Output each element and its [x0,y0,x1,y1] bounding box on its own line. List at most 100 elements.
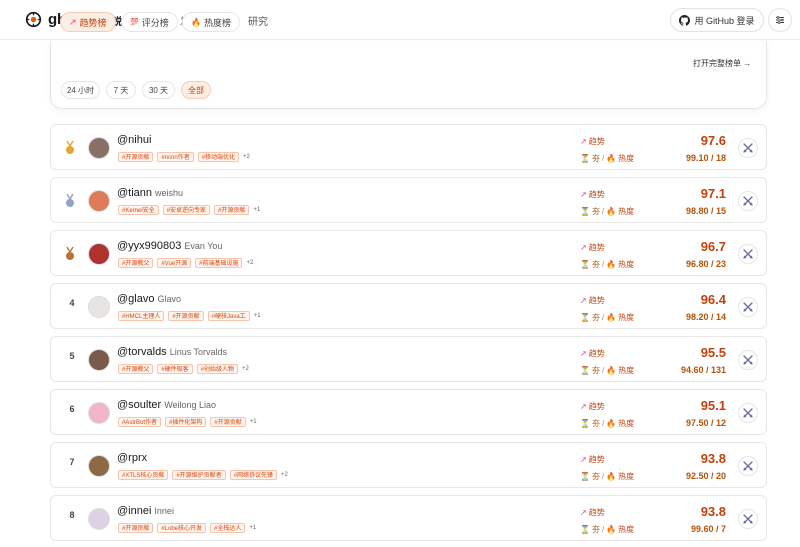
score-detail: 99.60 / 7 [690,524,726,534]
tag-badge[interactable]: #Lobe核心开发 [157,523,207,533]
separator: / [601,313,605,322]
user-handle[interactable]: @innei Innei [117,505,174,517]
hourglass-icon: ⏳ [580,419,590,428]
tag-badge[interactable]: #ncnn作者 [157,152,194,162]
battle-button[interactable] [738,403,758,423]
leaderboard-row[interactable]: 7 @rprx #XTLS核心贡献 #开源维护贡献者 #网络协议先锋 +2 ↗ 趋势 ⏳ 夯 / 🔥 热… [50,442,767,488]
heat-label: 热度 [618,366,635,375]
separator: / [601,260,605,269]
fire-icon: 🔥 [606,154,617,163]
tag-badge[interactable]: #开源贡献 [168,311,204,321]
user-handle[interactable]: @yyx990803 Evan You [117,240,222,252]
avatar[interactable] [88,190,110,212]
time-30d[interactable]: 30 天 [142,81,175,99]
tier-heat-info: ⏳ 夯 / 🔥 热度 [580,524,634,535]
ghfind-logo-icon[interactable] [25,11,42,28]
tag-badge[interactable]: #Vue开源 [157,258,192,268]
github-login-button[interactable]: 用 GitHub 登录 [670,8,764,32]
time-all[interactable]: 全部 [181,81,211,99]
tag-badge[interactable]: #创始级人物 [196,364,239,374]
more-tags-count[interactable]: +2 [243,154,250,160]
battle-button[interactable] [738,456,758,476]
tag-badge[interactable]: #前端基础设施 [195,258,243,268]
avatar[interactable] [88,402,110,424]
leaderboard-row[interactable]: @tiann weishu #Kernel安全 #安卓逆向专家 #开源贡献 +1 ↗ 趋势 ⏳ 夯… [50,177,767,223]
tag-badge[interactable]: #网络协议先锋 [229,470,278,480]
tag-badge[interactable]: #HMCL主理人 [118,311,165,321]
login-name: @yyx990803 [117,240,182,252]
battle-button[interactable] [738,297,758,317]
leaderboard-row[interactable]: @nihui #开源贡献 #ncnn作者 #移动端优化 +2 ↗ 趋势 ⏳ 夯 / 🔥 热度 97.6 9… [50,124,767,170]
tab-trend[interactable]: ↗ 趋势榜 [60,12,116,32]
more-tags-count[interactable]: +2 [246,260,253,266]
tab-score-label: 评分榜 [141,17,169,28]
tag-badge[interactable]: #开源贡献 [118,523,154,533]
hourglass-icon: ⏳ [580,366,590,375]
user-handle[interactable]: @torvalds Linus Torvalds [117,346,227,358]
trend-badge: ↗ 趋势 [580,189,605,200]
battle-button[interactable] [738,509,758,529]
leaderboard-row[interactable]: 5 @torvalds Linus Torvalds #开源教父 #硬件极客 #创始级人物… [50,336,767,382]
tab-score[interactable]: 💯 评分榜 [121,12,178,32]
leaderboard-row[interactable]: 4 @glavo Glavo #HMCL主理人 #开源贡献 #硬核Java工 +1 ↗ 趋势 ⏳ 夯… [50,283,767,329]
top-bar: ghfind 锐评 榜单 发现 对战 研究 用 GitHub 登录 [0,0,800,40]
avatar[interactable] [88,349,110,371]
user-handle[interactable]: @tiann weishu [117,187,183,199]
nav-research[interactable]: 研究 [248,13,268,28]
trend-arrow-icon: ↗ [580,137,587,146]
settings-menu-button[interactable] [768,8,792,32]
tag-badge[interactable]: #开源贡献 [214,205,250,215]
avatar[interactable] [88,243,110,265]
avatar[interactable] [88,455,110,477]
battle-button[interactable] [738,244,758,264]
avatar[interactable] [88,508,110,530]
heat-label: 热度 [618,472,635,481]
more-tags-count[interactable]: +1 [250,419,257,425]
user-handle[interactable]: @glavo Glavo [117,293,181,305]
tag-badge[interactable]: #硬核Java工 [207,311,250,321]
full-leaderboard-link[interactable]: 打开完整榜单 → [693,58,751,69]
user-handle[interactable]: @nihui [117,134,151,146]
battle-button[interactable] [738,350,758,370]
tag-badge[interactable]: #移动端优化 [197,152,240,162]
time-7d[interactable]: 7 天 [106,81,136,99]
tag-badge[interactable]: #开源教父 [118,258,154,268]
time-24h[interactable]: 24 小时 [61,81,100,99]
tab-hot[interactable]: 🔥 热度榜 [182,12,240,32]
separator: / [601,419,605,428]
tag-badge[interactable]: #全栈达人 [210,523,246,533]
leaderboard-row[interactable]: @yyx990803 Evan You #开源教父 #Vue开源 #前端基础设施 +2 ↗ 趋… [50,230,767,276]
battle-button[interactable] [738,191,758,211]
more-tags-count[interactable]: +2 [242,366,249,372]
avatar[interactable] [88,137,110,159]
leaderboard-row[interactable]: 6 @soulter Weilong Liao #AstrBot作者 #插件化架构 #开源… [50,389,767,435]
avatar[interactable] [88,296,110,318]
tag-badge[interactable]: #XTLS核心贡献 [118,470,169,480]
login-name: @tiann [117,187,153,199]
tag-badge[interactable]: #开源贡献 [210,417,246,427]
tag-badge[interactable]: #插件化架构 [165,417,207,427]
score-value: 95.5 [700,345,726,360]
tag-badge[interactable]: #开源维护贡献者 [172,470,226,480]
tag-badge[interactable]: #Kernel安全 [118,205,159,215]
fire-icon: 🔥 [606,419,617,428]
real-name: Linus Torvalds [169,347,228,357]
leaderboard-row[interactable]: 8 @innei Innei #开源贡献 #Lobe核心开发 #全栈达人 +1 ↗ 趋势 ⏳ 夯 / 🔥… [50,495,767,541]
more-tags-count[interactable]: +1 [253,207,260,213]
user-handle[interactable]: @rprx [117,452,147,464]
tag-badge[interactable]: #硬件极客 [157,364,193,374]
tag-badge[interactable]: #AstrBot作者 [118,417,162,427]
user-handle[interactable]: @soulter Weilong Liao [117,399,216,411]
trend-arrow-icon: ↗ [580,349,587,358]
tag-badge[interactable]: #开源贡献 [118,152,154,162]
more-tags-count[interactable]: +2 [281,472,288,478]
battle-button[interactable] [738,138,758,158]
tag-badge[interactable]: #安卓逆向专家 [162,205,211,215]
more-tags-count[interactable]: +1 [249,525,256,531]
separator: / [601,472,605,481]
login-name: @glavo [117,293,155,305]
tag-list: #HMCL主理人 #开源贡献 #硬核Java工 +1 [118,311,261,321]
trend-label: 趋势 [588,137,605,146]
more-tags-count[interactable]: +1 [254,313,261,319]
tag-badge[interactable]: #开源教父 [118,364,154,374]
